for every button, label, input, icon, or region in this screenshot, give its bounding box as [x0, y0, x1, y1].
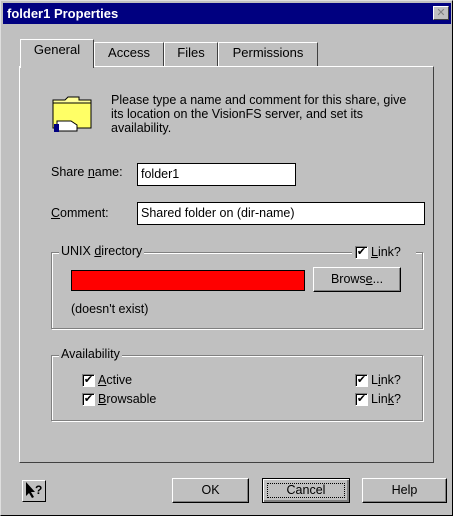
- directory-status-text: (doesn't exist): [71, 302, 149, 316]
- browsable-checkbox[interactable]: [82, 393, 95, 406]
- browsable-link-label: Link?: [371, 392, 401, 406]
- tab-permissions-label: Permissions: [232, 45, 304, 60]
- svg-text:?: ?: [35, 483, 42, 497]
- active-label: Active: [98, 373, 133, 387]
- title-bar: folder1 Properties ✕: [3, 3, 451, 24]
- tab-files-label: Files: [177, 45, 205, 60]
- unix-link-label: Link?: [371, 245, 401, 259]
- tab-general-label: General: [33, 42, 81, 57]
- cancel-button[interactable]: Cancel: [262, 478, 350, 503]
- help-cursor-icon[interactable]: ?: [22, 480, 46, 502]
- browsable-label: Browsable: [98, 392, 157, 406]
- browse-button[interactable]: Browse...: [313, 267, 401, 292]
- availability-group: [51, 355, 423, 421]
- availability-title: Availability: [59, 347, 122, 361]
- tab-access-label: Access: [108, 45, 150, 60]
- active-link-label: Link?: [371, 373, 401, 387]
- tab-general[interactable]: General: [20, 39, 94, 68]
- unix-link-checkbox[interactable]: [355, 246, 368, 259]
- arrow-question-icon: ?: [26, 482, 42, 498]
- active-link-checkbox[interactable]: [355, 374, 368, 387]
- tab-files[interactable]: Files: [164, 42, 218, 66]
- close-icon[interactable]: ✕: [433, 6, 449, 20]
- tab-permissions[interactable]: Permissions: [218, 42, 318, 66]
- comment-label: Comment:: [51, 206, 109, 220]
- tab-access[interactable]: Access: [94, 42, 164, 66]
- intro-text: Please type a name and comment for this …: [111, 93, 407, 135]
- unix-directory-path-field[interactable]: [71, 270, 305, 291]
- unix-directory-title: UNIX directory: [59, 244, 145, 258]
- ok-button[interactable]: OK: [172, 478, 249, 503]
- share-name-input[interactable]: folder1: [137, 163, 296, 186]
- focus-rectangle: [267, 483, 345, 498]
- active-checkbox[interactable]: [82, 374, 95, 387]
- help-button[interactable]: Help: [362, 478, 447, 503]
- comment-input[interactable]: Shared folder on (dir-name): [137, 202, 425, 225]
- window-title: folder1 Properties: [7, 6, 119, 21]
- share-name-label: Share name:: [51, 165, 123, 179]
- browsable-link-checkbox[interactable]: [355, 393, 368, 406]
- shared-folder-icon: [52, 96, 92, 132]
